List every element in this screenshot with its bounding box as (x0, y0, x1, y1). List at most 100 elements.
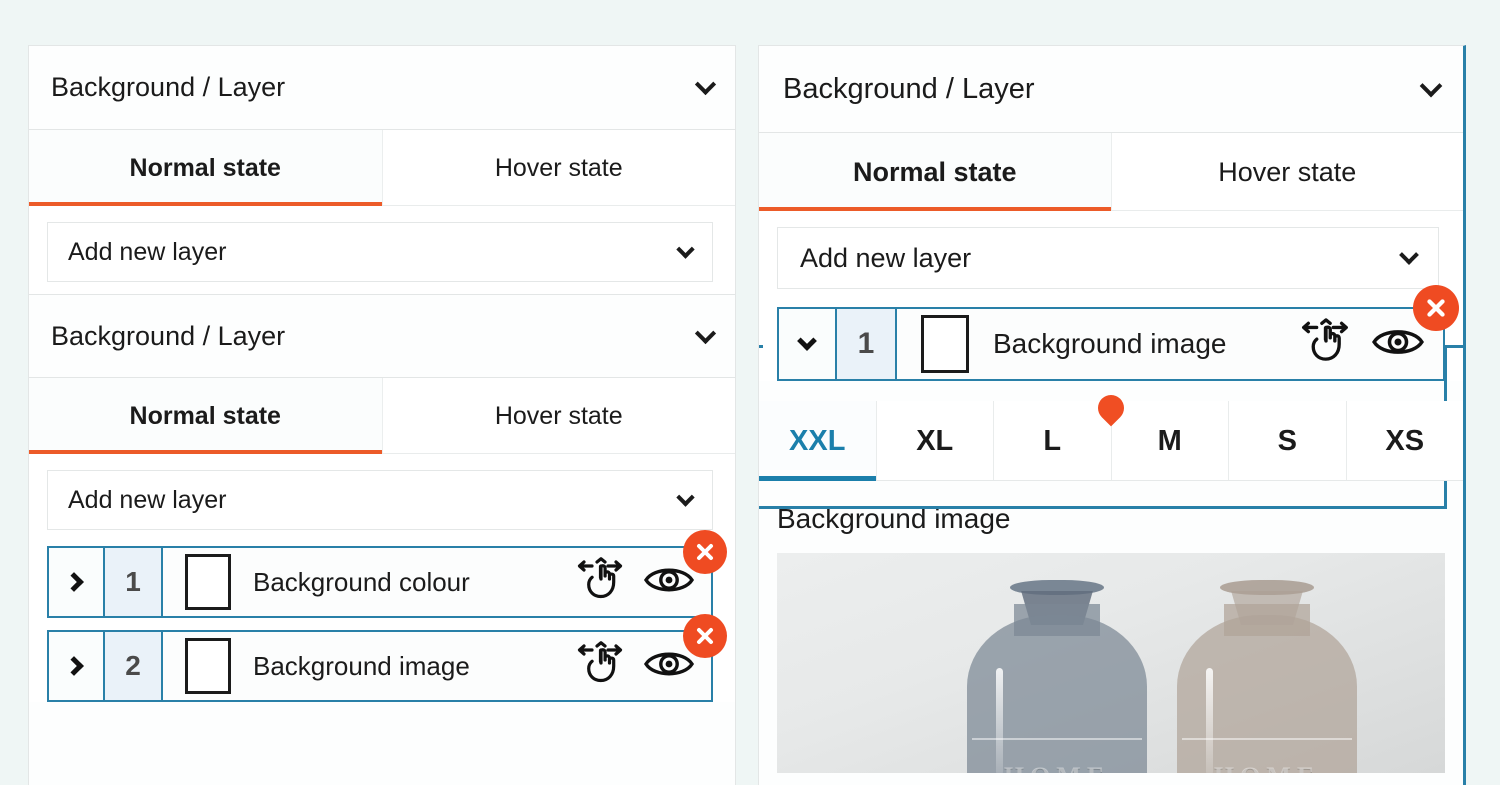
delete-layer-button[interactable] (683, 530, 727, 574)
add-new-layer-label: Add new layer (800, 242, 972, 273)
tab-hover-state[interactable]: Hover state (1111, 133, 1463, 210)
bottle-right: HOME (1177, 553, 1357, 773)
close-icon (697, 544, 713, 560)
tab-label: Normal state (129, 402, 281, 430)
color-swatch[interactable] (185, 554, 231, 610)
left-section-1: Background / Layer Normal state Hover st… (29, 46, 735, 294)
layer-index-value: 2 (125, 650, 141, 681)
add-new-layer-label: Add new layer (68, 485, 227, 514)
layer-row-wrapper: 2 Background image (47, 614, 727, 702)
chevron-right-icon (63, 572, 84, 592)
add-new-layer-select[interactable]: Add new layer (777, 227, 1439, 289)
breakpoint-tab-m[interactable]: M (1111, 401, 1229, 480)
background-image-preview[interactable]: HOME HOME (777, 553, 1445, 773)
section-header-title: Background / Layer (51, 320, 286, 351)
chevron-down-icon[interactable] (676, 239, 695, 259)
tab-hover-state[interactable]: Hover state (382, 378, 735, 453)
tab-label: Hover state (494, 402, 623, 430)
section-header-title: Background / Layer (783, 72, 1035, 105)
close-icon (697, 628, 713, 644)
state-tabs: Normal state Hover state (29, 130, 735, 206)
add-new-layer-wrap: Add new layer (29, 454, 735, 540)
tab-label: Hover state (1218, 157, 1357, 187)
breakpoint-tab-l[interactable]: L (994, 389, 1129, 480)
add-new-layer-select[interactable]: Add new layer (47, 222, 713, 282)
chevron-down-icon[interactable] (694, 322, 717, 344)
layer-index: 2 (105, 632, 163, 700)
chevron-right-icon (63, 656, 84, 676)
chevron-down-icon[interactable] (1399, 245, 1419, 265)
breakpoint-tab-label: XXL (789, 425, 846, 457)
eye-icon[interactable] (643, 563, 695, 602)
eye-icon[interactable] (643, 647, 695, 686)
color-swatch[interactable] (185, 638, 231, 694)
layer-body: Background image (163, 632, 711, 700)
breakpoint-tab-xxl[interactable]: XXL (759, 401, 877, 481)
layer-label: Background colour (253, 566, 470, 597)
layer-body: Background colour (163, 548, 711, 616)
layer-index-value: 1 (125, 566, 141, 597)
add-new-layer-wrap: Add new layer (29, 206, 735, 294)
breakpoint-tab-label: L (1043, 425, 1062, 457)
tab-label: Hover state (494, 154, 623, 182)
color-swatch[interactable] (921, 315, 969, 373)
layer-expand-toggle[interactable] (49, 632, 105, 700)
state-tabs: Normal state Hover state (29, 378, 735, 454)
layer-row-wrapper: 1 Background colour (47, 530, 727, 618)
breakpoint-tab-s[interactable]: S (1229, 401, 1347, 480)
bottle-right-emboss: HOME (1177, 762, 1357, 773)
breakpoint-tab-label: XL (916, 425, 954, 457)
preview-section: Background image HOME HOME (759, 481, 1463, 773)
tab-normal-state[interactable]: Normal state (29, 130, 383, 206)
breakpoint-tab-xs[interactable]: XS (1346, 401, 1463, 480)
tab-hover-state[interactable]: Hover state (382, 130, 735, 205)
layer-expand-toggle[interactable] (49, 548, 105, 616)
section-header[interactable]: Background / Layer (29, 46, 735, 130)
eye-icon[interactable] (1371, 324, 1425, 365)
breakpoint-tab-xl[interactable]: XL (876, 401, 994, 480)
breakpoint-tabs: XXL XL L M S XS (759, 389, 1463, 481)
screen-root: Background / Layer Normal state Hover st… (0, 0, 1500, 785)
layer-index: 1 (105, 548, 163, 616)
section-header[interactable]: Background / Layer (759, 46, 1463, 133)
layer-list: 1 Background colour 2 Background image (29, 530, 735, 702)
bottle-left: HOME (967, 553, 1147, 773)
left-section-2: Background / Layer Normal state Hover st… (29, 294, 735, 702)
close-icon (1427, 299, 1445, 317)
layer-label: Background image (993, 328, 1227, 359)
state-tabs: Normal state Hover state (759, 133, 1463, 211)
table-row[interactable]: 2 Background image (47, 630, 713, 702)
section-header[interactable]: Background / Layer (29, 294, 735, 378)
right-panel: Background / Layer Normal state Hover st… (758, 45, 1466, 785)
table-row[interactable]: 1 Background image (777, 307, 1445, 381)
chevron-down-icon[interactable] (694, 73, 717, 96)
add-new-layer-select[interactable]: Add new layer (47, 470, 713, 530)
layer-collapse-toggle[interactable] (779, 309, 837, 379)
section-header-title: Background / Layer (51, 72, 286, 102)
table-row[interactable]: 1 Background colour (47, 546, 713, 618)
delete-layer-button[interactable] (683, 614, 727, 658)
left-panel: Background / Layer Normal state Hover st… (28, 45, 736, 785)
drag-horizontal-icon[interactable] (575, 556, 627, 608)
chevron-down-icon[interactable] (1419, 74, 1443, 98)
layer-index: 1 (837, 309, 897, 379)
delete-layer-button[interactable] (1413, 285, 1459, 331)
layer-row-wrapper: 1 Background image (777, 285, 1459, 381)
tab-label: Normal state (852, 157, 1017, 187)
drag-horizontal-icon[interactable] (1299, 317, 1353, 371)
add-new-layer-wrap: Add new layer (759, 211, 1463, 301)
drag-horizontal-icon[interactable] (575, 640, 627, 692)
expanded-layer-area: 1 Background image (759, 285, 1463, 509)
tab-label: Normal state (129, 154, 281, 182)
tab-normal-state[interactable]: Normal state (29, 378, 383, 454)
breakpoint-tab-label: M (1157, 425, 1182, 457)
preview-title: Background image (777, 503, 1011, 534)
chevron-down-icon (797, 331, 817, 351)
bottle-left-emboss: HOME (967, 762, 1147, 773)
chevron-down-icon[interactable] (676, 487, 695, 507)
tab-normal-state[interactable]: Normal state (759, 133, 1112, 211)
add-new-layer-label: Add new layer (68, 237, 227, 266)
breakpoint-tab-label: S (1277, 425, 1297, 457)
breakpoint-tab-label: XS (1385, 425, 1425, 457)
layer-label: Background image (253, 650, 470, 681)
